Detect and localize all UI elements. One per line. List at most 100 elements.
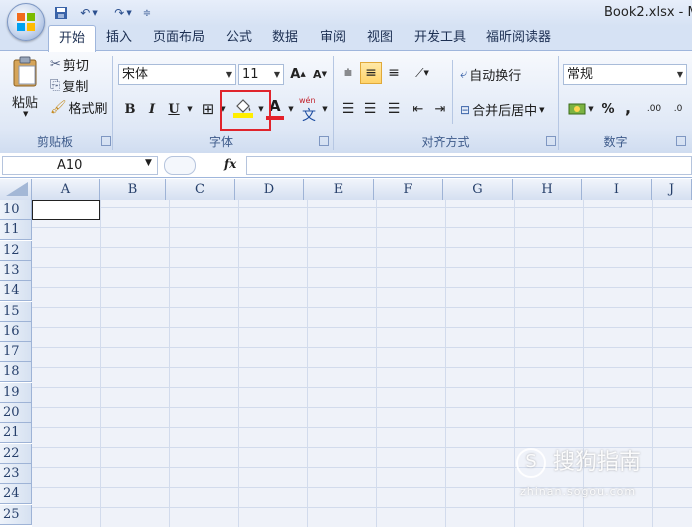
paste-icon xyxy=(13,56,37,87)
column-header-i[interactable]: I xyxy=(582,179,652,200)
tab-page-layout[interactable]: 页面布局 xyxy=(153,26,205,50)
undo-icon[interactable]: ↶ ▼ xyxy=(74,4,104,22)
column-header-e[interactable]: E xyxy=(304,179,374,200)
column-header-f[interactable]: F xyxy=(374,179,443,200)
accounting-format-icon[interactable]: ▼ xyxy=(564,98,598,120)
grow-font-icon[interactable]: A ▲ xyxy=(287,63,309,85)
wrap-text-button[interactable]: ⤶ 自动换行 xyxy=(460,65,521,84)
row-header-20[interactable]: 20 xyxy=(0,403,32,423)
italic-button[interactable]: I xyxy=(142,98,162,120)
copy-label: 复制 xyxy=(62,80,89,95)
row-header-24[interactable]: 24 xyxy=(0,484,32,505)
format-painter-label: 格式刷 xyxy=(68,102,108,117)
align-middle-icon[interactable]: ≡ xyxy=(360,62,382,84)
cut-button[interactable]: ✂ 剪切 xyxy=(50,55,89,74)
formula-input[interactable] xyxy=(246,156,692,175)
align-right-icon[interactable]: ☰ xyxy=(384,98,404,120)
format-painter-button[interactable]: 🖌 格式刷 xyxy=(50,98,108,117)
tab-home[interactable]: 开始 xyxy=(48,25,96,52)
row-header-25[interactable]: 25 xyxy=(0,504,32,525)
number-launcher-icon[interactable] xyxy=(676,136,686,146)
tab-foxit-reader[interactable]: 福昕阅读器 xyxy=(486,26,551,50)
insert-function-icon[interactable]: fx xyxy=(224,157,236,171)
align-left-icon[interactable]: ☰ xyxy=(338,98,358,120)
tab-formulas[interactable]: 公式 xyxy=(226,26,252,50)
align-bottom-icon[interactable]: ≡ xyxy=(384,62,404,84)
phonetic-button[interactable]: wén 文 xyxy=(299,96,321,124)
font-size-combo[interactable]: 11 ▼ xyxy=(238,64,284,85)
underline-button[interactable]: U xyxy=(164,98,184,120)
tab-insert[interactable]: 插入 xyxy=(106,26,132,50)
row-header-22[interactable]: 22 xyxy=(0,443,32,464)
font-launcher-icon[interactable] xyxy=(319,136,329,146)
font-group-label: 字体 xyxy=(208,135,233,149)
borders-icon[interactable]: ⊞ xyxy=(198,98,218,120)
row-header-14[interactable]: 14 xyxy=(0,281,32,302)
copy-button[interactable]: ⎘ 复制 xyxy=(50,76,88,95)
shrink-font-icon[interactable]: A ▼ xyxy=(310,63,330,85)
column-header-a[interactable]: A xyxy=(32,179,100,200)
font-name-combo[interactable]: 宋体 ▼ xyxy=(118,64,236,85)
column-header-d[interactable]: D xyxy=(235,179,304,200)
column-header-b[interactable]: B xyxy=(100,179,166,200)
decrease-indent-icon[interactable]: ⇤ xyxy=(408,98,428,120)
row-header-23[interactable]: 23 xyxy=(0,463,32,484)
number-format-value: 常规 xyxy=(567,67,594,82)
align-top-icon[interactable]: ⩧ xyxy=(338,62,358,84)
number-format-combo[interactable]: 常规 ▼ xyxy=(563,64,687,85)
customize-qat-icon[interactable]: ≑ xyxy=(141,4,153,22)
tab-developer[interactable]: 开发工具 xyxy=(414,26,466,50)
tab-view[interactable]: 视图 xyxy=(367,26,393,50)
column-header-c[interactable]: C xyxy=(166,179,235,200)
paste-button[interactable]: 粘贴 ▼ xyxy=(8,56,44,120)
decrease-decimal-button[interactable]: .0 xyxy=(667,98,689,120)
name-box-dropdown-icon[interactable]: ▼ xyxy=(145,158,152,168)
inner-divider xyxy=(452,60,453,124)
underline-dropdown-icon[interactable]: ▼ xyxy=(185,98,195,120)
paste-dropdown-icon[interactable]: ▼ xyxy=(23,110,28,118)
tab-data[interactable]: 数据 xyxy=(272,26,298,50)
alignment-launcher-icon[interactable] xyxy=(546,136,556,146)
row-header-13[interactable]: 13 xyxy=(0,260,32,281)
name-box[interactable]: A10 xyxy=(2,156,158,175)
alignment-group-label: 对齐方式 xyxy=(421,135,470,149)
font-color-dropdown-icon[interactable]: ▼ xyxy=(286,98,296,120)
merge-center-button[interactable]: ⊟ 合并后居中 ▼ xyxy=(460,100,544,120)
paintbrush-icon: 🖌 xyxy=(50,100,67,115)
office-button[interactable] xyxy=(7,3,45,41)
column-header-j[interactable]: J xyxy=(652,179,692,200)
redo-icon[interactable]: ↷ ▼ xyxy=(108,4,138,22)
merge-dropdown-icon[interactable]: ▼ xyxy=(539,106,544,114)
wrap-text-icon: ⤶ xyxy=(460,67,468,82)
formula-bar-grip[interactable] xyxy=(164,156,196,175)
percent-button[interactable]: % xyxy=(598,98,618,120)
increase-decimal-label: .00 xyxy=(646,103,662,114)
row-header-11[interactable]: 11 xyxy=(0,220,32,241)
orientation-icon[interactable]: ⟋ ▼ xyxy=(409,62,435,84)
clipboard-launcher-icon[interactable] xyxy=(101,136,111,146)
tab-review[interactable]: 审阅 xyxy=(320,26,346,50)
increase-decimal-button[interactable]: .00 xyxy=(643,98,665,120)
align-center-icon[interactable]: ☰ xyxy=(360,98,380,120)
select-all-button[interactable] xyxy=(0,179,32,200)
phonetic-dropdown-icon[interactable]: ▼ xyxy=(320,98,330,120)
comma-button[interactable]: , xyxy=(620,96,636,118)
row-header-10[interactable]: 10 xyxy=(0,200,32,220)
clipboard-group-label: 剪贴板 xyxy=(36,135,73,149)
row-header-12[interactable]: 12 xyxy=(0,240,32,261)
column-header-g[interactable]: G xyxy=(443,179,513,200)
chevron-down-icon[interactable]: ▼ xyxy=(274,65,280,84)
chevron-down-icon[interactable]: ▼ xyxy=(677,65,683,84)
row-header-21[interactable]: 21 xyxy=(0,423,32,444)
row-header-17[interactable]: 17 xyxy=(0,342,32,363)
increase-indent-icon[interactable]: ⇥ xyxy=(430,98,450,120)
save-icon[interactable] xyxy=(52,4,70,22)
row-header-18[interactable]: 18 xyxy=(0,362,32,383)
row-header-15[interactable]: 15 xyxy=(0,301,32,322)
row-header-16[interactable]: 16 xyxy=(0,321,32,342)
bold-button[interactable]: B xyxy=(120,98,140,120)
row-header-19[interactable]: 19 xyxy=(0,382,32,403)
active-cell-a10[interactable] xyxy=(32,200,100,220)
chevron-down-icon[interactable]: ▼ xyxy=(226,65,232,84)
column-header-h[interactable]: H xyxy=(513,179,582,200)
